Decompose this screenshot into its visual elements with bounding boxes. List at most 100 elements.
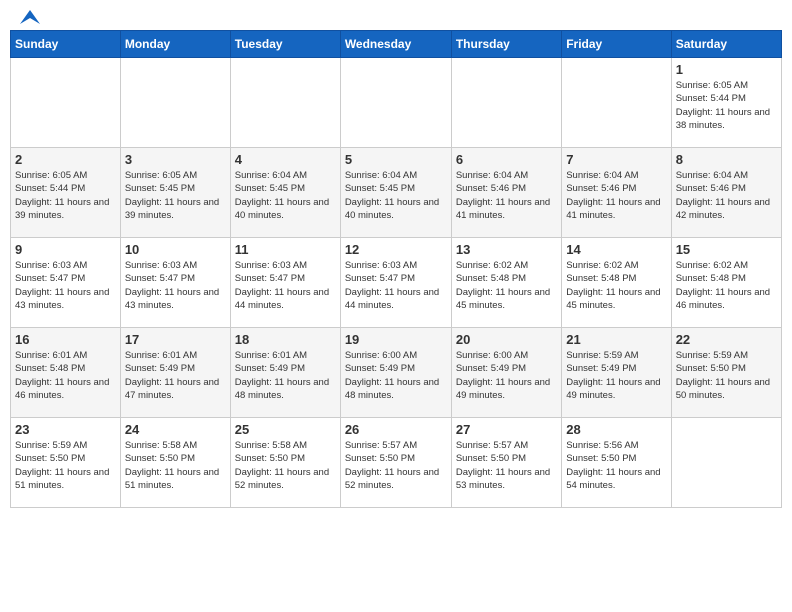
day-number: 24 [125, 422, 226, 437]
calendar-cell [120, 58, 230, 148]
calendar-cell: 9 Sunrise: 6:03 AM Sunset: 5:47 PM Daylig… [11, 238, 121, 328]
calendar-cell: 6 Sunrise: 6:04 AM Sunset: 5:46 PM Daylig… [451, 148, 561, 238]
calendar-cell: 26 Sunrise: 5:57 AM Sunset: 5:50 PM Dayli… [340, 418, 451, 508]
day-info: Sunrise: 6:01 AM Sunset: 5:48 PM Dayligh… [15, 349, 116, 402]
day-info: Sunrise: 5:57 AM Sunset: 5:50 PM Dayligh… [456, 439, 557, 492]
day-info: Sunrise: 6:04 AM Sunset: 5:46 PM Dayligh… [456, 169, 557, 222]
calendar-cell [11, 58, 121, 148]
day-number: 7 [566, 152, 666, 167]
calendar-cell: 3 Sunrise: 6:05 AM Sunset: 5:45 PM Daylig… [120, 148, 230, 238]
day-number: 28 [566, 422, 666, 437]
calendar-cell: 15Sunrise: 6:02 AM Sunset: 5:48 PM Dayli… [671, 238, 781, 328]
calendar-cell [451, 58, 561, 148]
day-of-week-header: Tuesday [230, 31, 340, 58]
day-info: Sunrise: 5:58 AM Sunset: 5:50 PM Dayligh… [125, 439, 226, 492]
day-info: Sunrise: 6:01 AM Sunset: 5:49 PM Dayligh… [125, 349, 226, 402]
calendar-header-row: SundayMondayTuesdayWednesdayThursdayFrid… [11, 31, 782, 58]
calendar-cell: 24 Sunrise: 5:58 AM Sunset: 5:50 PM Dayli… [120, 418, 230, 508]
calendar-cell: 12Sunrise: 6:03 AM Sunset: 5:47 PM Dayli… [340, 238, 451, 328]
day-number: 22 [676, 332, 777, 347]
day-info: Sunrise: 6:03 AM Sunset: 5:47 PM Dayligh… [15, 259, 116, 312]
calendar-cell: 27 Sunrise: 5:57 AM Sunset: 5:50 PM Dayli… [451, 418, 561, 508]
calendar-cell: 8Sunrise: 6:04 AM Sunset: 5:46 PM Daylig… [671, 148, 781, 238]
calendar-cell: 19Sunrise: 6:00 AM Sunset: 5:49 PM Dayli… [340, 328, 451, 418]
day-number: 5 [345, 152, 447, 167]
day-number: 6 [456, 152, 557, 167]
calendar-cell: 16 Sunrise: 6:01 AM Sunset: 5:48 PM Dayli… [11, 328, 121, 418]
day-number: 18 [235, 332, 336, 347]
calendar-table: SundayMondayTuesdayWednesdayThursdayFrid… [10, 30, 782, 508]
calendar-cell: 20 Sunrise: 6:00 AM Sunset: 5:49 PM Dayli… [451, 328, 561, 418]
calendar-cell: 1 Sunrise: 6:05 AM Sunset: 5:44 PM Daylig… [671, 58, 781, 148]
day-number: 3 [125, 152, 226, 167]
day-number: 26 [345, 422, 447, 437]
day-info: Sunrise: 5:57 AM Sunset: 5:50 PM Dayligh… [345, 439, 447, 492]
day-number: 1 [676, 62, 777, 77]
calendar-week-row: 1 Sunrise: 6:05 AM Sunset: 5:44 PM Daylig… [11, 58, 782, 148]
day-number: 17 [125, 332, 226, 347]
calendar-week-row: 2 Sunrise: 6:05 AM Sunset: 5:44 PM Daylig… [11, 148, 782, 238]
day-info: Sunrise: 6:03 AM Sunset: 5:47 PM Dayligh… [125, 259, 226, 312]
day-of-week-header: Thursday [451, 31, 561, 58]
calendar-cell: 28 Sunrise: 5:56 AM Sunset: 5:50 PM Dayli… [562, 418, 671, 508]
calendar-cell: 14 Sunrise: 6:02 AM Sunset: 5:48 PM Dayli… [562, 238, 671, 328]
calendar-cell: 4 Sunrise: 6:04 AM Sunset: 5:45 PM Daylig… [230, 148, 340, 238]
day-info: Sunrise: 5:59 AM Sunset: 5:50 PM Dayligh… [676, 349, 777, 402]
day-info: Sunrise: 6:04 AM Sunset: 5:45 PM Dayligh… [235, 169, 336, 222]
day-number: 11 [235, 242, 336, 257]
day-info: Sunrise: 6:00 AM Sunset: 5:49 PM Dayligh… [345, 349, 447, 402]
calendar-cell: 21 Sunrise: 5:59 AM Sunset: 5:49 PM Dayli… [562, 328, 671, 418]
calendar-cell: 11 Sunrise: 6:03 AM Sunset: 5:47 PM Dayli… [230, 238, 340, 328]
day-number: 23 [15, 422, 116, 437]
day-info: Sunrise: 6:04 AM Sunset: 5:46 PM Dayligh… [566, 169, 666, 222]
calendar-week-row: 9 Sunrise: 6:03 AM Sunset: 5:47 PM Daylig… [11, 238, 782, 328]
day-number: 14 [566, 242, 666, 257]
day-number: 4 [235, 152, 336, 167]
day-of-week-header: Monday [120, 31, 230, 58]
day-info: Sunrise: 6:04 AM Sunset: 5:45 PM Dayligh… [345, 169, 447, 222]
day-info: Sunrise: 6:05 AM Sunset: 5:44 PM Dayligh… [15, 169, 116, 222]
day-of-week-header: Sunday [11, 31, 121, 58]
day-number: 10 [125, 242, 226, 257]
day-info: Sunrise: 6:05 AM Sunset: 5:44 PM Dayligh… [676, 79, 777, 132]
day-info: Sunrise: 5:59 AM Sunset: 5:49 PM Dayligh… [566, 349, 666, 402]
calendar-cell: 22 Sunrise: 5:59 AM Sunset: 5:50 PM Dayli… [671, 328, 781, 418]
day-info: Sunrise: 6:02 AM Sunset: 5:48 PM Dayligh… [456, 259, 557, 312]
day-number: 21 [566, 332, 666, 347]
day-number: 16 [15, 332, 116, 347]
day-info: Sunrise: 6:00 AM Sunset: 5:49 PM Dayligh… [456, 349, 557, 402]
day-of-week-header: Saturday [671, 31, 781, 58]
calendar-cell [562, 58, 671, 148]
day-number: 8 [676, 152, 777, 167]
day-info: Sunrise: 6:05 AM Sunset: 5:45 PM Dayligh… [125, 169, 226, 222]
calendar-cell: 7 Sunrise: 6:04 AM Sunset: 5:46 PM Daylig… [562, 148, 671, 238]
calendar-cell: 23 Sunrise: 5:59 AM Sunset: 5:50 PM Dayli… [11, 418, 121, 508]
calendar-cell [671, 418, 781, 508]
calendar-cell: 5 Sunrise: 6:04 AM Sunset: 5:45 PM Daylig… [340, 148, 451, 238]
day-number: 2 [15, 152, 116, 167]
day-info: Sunrise: 5:59 AM Sunset: 5:50 PM Dayligh… [15, 439, 116, 492]
calendar-cell: 17 Sunrise: 6:01 AM Sunset: 5:49 PM Dayli… [120, 328, 230, 418]
calendar-cell: 2 Sunrise: 6:05 AM Sunset: 5:44 PM Daylig… [11, 148, 121, 238]
day-info: Sunrise: 6:01 AM Sunset: 5:49 PM Dayligh… [235, 349, 336, 402]
calendar-week-row: 16 Sunrise: 6:01 AM Sunset: 5:48 PM Dayli… [11, 328, 782, 418]
calendar-cell: 10 Sunrise: 6:03 AM Sunset: 5:47 PM Dayli… [120, 238, 230, 328]
day-info: Sunrise: 6:02 AM Sunset: 5:48 PM Dayligh… [566, 259, 666, 312]
day-info: Sunrise: 5:56 AM Sunset: 5:50 PM Dayligh… [566, 439, 666, 492]
day-info: Sunrise: 6:03 AM Sunset: 5:47 PM Dayligh… [235, 259, 336, 312]
day-number: 20 [456, 332, 557, 347]
day-number: 13 [456, 242, 557, 257]
day-info: Sunrise: 5:58 AM Sunset: 5:50 PM Dayligh… [235, 439, 336, 492]
day-number: 15 [676, 242, 777, 257]
calendar-cell: 25 Sunrise: 5:58 AM Sunset: 5:50 PM Dayli… [230, 418, 340, 508]
calendar-cell: 13 Sunrise: 6:02 AM Sunset: 5:48 PM Dayli… [451, 238, 561, 328]
calendar-cell [230, 58, 340, 148]
calendar-cell: 18 Sunrise: 6:01 AM Sunset: 5:49 PM Dayli… [230, 328, 340, 418]
day-number: 9 [15, 242, 116, 257]
day-number: 27 [456, 422, 557, 437]
day-info: Sunrise: 6:03 AM Sunset: 5:47 PM Dayligh… [345, 259, 447, 312]
day-of-week-header: Wednesday [340, 31, 451, 58]
day-number: 25 [235, 422, 336, 437]
calendar-cell [340, 58, 451, 148]
calendar-week-row: 23 Sunrise: 5:59 AM Sunset: 5:50 PM Dayli… [11, 418, 782, 508]
